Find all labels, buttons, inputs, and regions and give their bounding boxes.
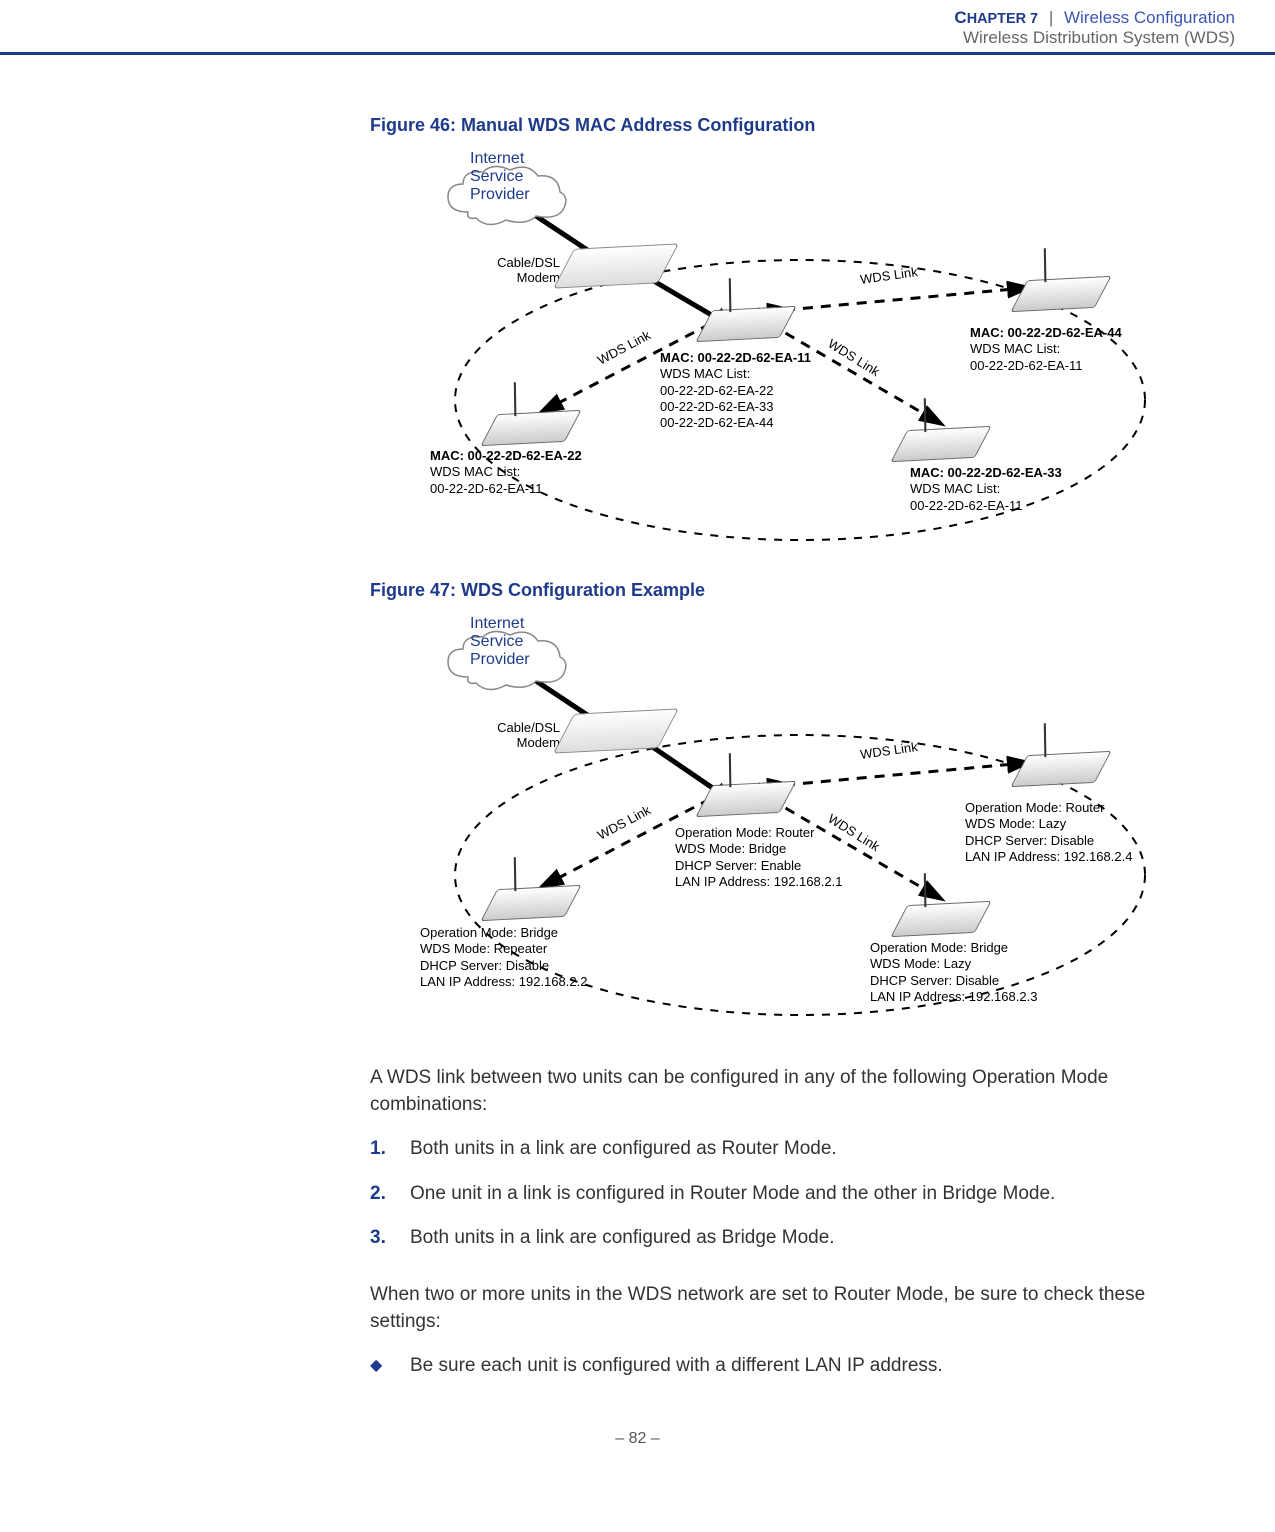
- mac-item: 00-22-2D-62-EA-33: [660, 399, 811, 415]
- annotation-topright-46: MAC: 00-22-2D-62-EA-44 WDS MAC List: 00-…: [970, 325, 1122, 374]
- mac-item: 00-22-2D-62-EA-11: [970, 358, 1122, 374]
- cfg-line: LAN IP Address: 192.168.2.4: [965, 849, 1132, 865]
- mac-sub: WDS MAC List:: [970, 341, 1122, 357]
- modem-label-46: Cable/DSL Modem: [470, 255, 560, 285]
- chapter-title: Wireless Configuration: [1064, 8, 1235, 27]
- ap-bottomright-46: [890, 426, 991, 462]
- ap-topright-46: [1010, 276, 1111, 312]
- cfg-line: Operation Mode: Router: [675, 825, 842, 841]
- mac-sub: WDS MAC List:: [660, 366, 811, 382]
- cfg-line: WDS Mode: Repeater: [420, 941, 587, 957]
- mac-sub: WDS MAC List:: [910, 481, 1062, 497]
- list-item: 3. Both units in a link are configured as…: [370, 1225, 1200, 1252]
- ap-center-46: [695, 306, 796, 342]
- isp-label-46: Internet Service Provider: [470, 150, 530, 204]
- cfg-line: Operation Mode: Bridge: [420, 925, 587, 941]
- followup-text: When two or more units in the WDS networ…: [370, 1282, 1200, 1335]
- list-number: 3.: [370, 1225, 386, 1252]
- figure-47-diagram: Internet Service Provider Cable/DSL Mode…: [410, 615, 1170, 1035]
- wds-link-label-3: WDS Link: [859, 264, 918, 287]
- mac-item: 00-22-2D-62-EA-11: [430, 481, 582, 497]
- page-number: – 82 –: [0, 1430, 1275, 1448]
- mac-sub: WDS MAC List:: [430, 464, 582, 480]
- cfg-line: WDS Mode: Lazy: [870, 956, 1037, 972]
- list-item: Be sure each unit is configured with a d…: [370, 1353, 1200, 1380]
- wds-link-label-47-1: WDS Link: [595, 802, 653, 842]
- bullet-text: Be sure each unit is configured with a d…: [410, 1355, 943, 1376]
- ap-left-47: [480, 885, 581, 921]
- mac-title: MAC: 00-22-2D-62-EA-33: [910, 465, 1062, 481]
- annotation-center-47: Operation Mode: Router WDS Mode: Bridge …: [675, 825, 842, 890]
- ap-center-47: [695, 781, 796, 817]
- list-number: 1.: [370, 1136, 386, 1163]
- cfg-line: DHCP Server: Enable: [675, 858, 842, 874]
- cfg-line: DHCP Server: Disable: [965, 833, 1132, 849]
- modem-icon-46: [553, 243, 679, 288]
- wds-link-label-47-3: WDS Link: [859, 739, 918, 762]
- annotation-left-46: MAC: 00-22-2D-62-EA-22 WDS MAC List: 00-…: [430, 448, 582, 497]
- separator: |: [1049, 8, 1053, 27]
- mac-item: 00-22-2D-62-EA-11: [910, 498, 1062, 514]
- list-item-text: Both units in a link are configured as B…: [410, 1227, 835, 1248]
- list-item-text: Both units in a link are configured as R…: [410, 1138, 837, 1159]
- ap-left-46: [480, 410, 581, 446]
- section-title: Wireless Distribution System (WDS): [40, 28, 1235, 48]
- cfg-line: DHCP Server: Disable: [420, 958, 587, 974]
- figure-46-diagram: Internet Service Provider Cable/DSL Mode…: [410, 150, 1170, 550]
- cfg-line: LAN IP Address: 192.168.2.2: [420, 974, 587, 990]
- list-item: 2. One unit in a link is configured in Ro…: [370, 1181, 1200, 1208]
- wds-link-label-1: WDS Link: [595, 327, 653, 367]
- wds-link-label-2: WDS Link: [825, 336, 882, 379]
- page-header: CHAPTER 7 | Wireless Configuration Wirel…: [0, 0, 1275, 55]
- mac-title: MAC: 00-22-2D-62-EA-44: [970, 325, 1122, 341]
- ap-bottomright-47: [890, 901, 991, 937]
- annotation-bottomright-46: MAC: 00-22-2D-62-EA-33 WDS MAC List: 00-…: [910, 465, 1062, 514]
- ap-topright-47: [1010, 751, 1111, 787]
- cfg-line: LAN IP Address: 192.168.2.3: [870, 989, 1037, 1005]
- mac-item: 00-22-2D-62-EA-22: [660, 383, 811, 399]
- list-number: 2.: [370, 1181, 386, 1208]
- cfg-line: WDS Mode: Lazy: [965, 816, 1132, 832]
- chapter-label: CHAPTER 7 | Wireless Configuration: [954, 8, 1235, 27]
- cfg-line: Operation Mode: Bridge: [870, 940, 1037, 956]
- annotation-left-47: Operation Mode: Bridge WDS Mode: Repeate…: [420, 925, 587, 990]
- modem-label-47: Cable/DSL Modem: [470, 720, 560, 750]
- diamond-list: Be sure each unit is configured with a d…: [370, 1353, 1200, 1380]
- mac-title: MAC: 00-22-2D-62-EA-11: [660, 350, 811, 366]
- intro-text: A WDS link between two units can be conf…: [370, 1065, 1200, 1118]
- modem-icon-47: [553, 708, 679, 753]
- list-item-text: One unit in a link is configured in Rout…: [410, 1183, 1055, 1204]
- cfg-line: WDS Mode: Bridge: [675, 841, 842, 857]
- annotation-center-46: MAC: 00-22-2D-62-EA-11 WDS MAC List: 00-…: [660, 350, 811, 431]
- figure-46-caption: Figure 46: Manual WDS MAC Address Config…: [370, 115, 1200, 136]
- cfg-line: LAN IP Address: 192.168.2.1: [675, 874, 842, 890]
- numbered-list: 1. Both units in a link are configured as…: [370, 1136, 1200, 1252]
- cfg-line: Operation Mode: Router: [965, 800, 1132, 816]
- chapter-c: C: [954, 8, 966, 27]
- isp-label-47: Internet Service Provider: [470, 615, 530, 669]
- chapter-rest: HAPTER 7: [967, 11, 1038, 27]
- mac-item: 00-22-2D-62-EA-44: [660, 415, 811, 431]
- annotation-bottomright-47: Operation Mode: Bridge WDS Mode: Lazy DH…: [870, 940, 1037, 1005]
- cfg-line: DHCP Server: Disable: [870, 973, 1037, 989]
- annotation-topright-47: Operation Mode: Router WDS Mode: Lazy DH…: [965, 800, 1132, 865]
- list-item: 1. Both units in a link are configured as…: [370, 1136, 1200, 1163]
- figure-47-caption: Figure 47: WDS Configuration Example: [370, 580, 1200, 601]
- mac-title: MAC: 00-22-2D-62-EA-22: [430, 448, 582, 464]
- content-area: Figure 46: Manual WDS MAC Address Config…: [370, 115, 1200, 1380]
